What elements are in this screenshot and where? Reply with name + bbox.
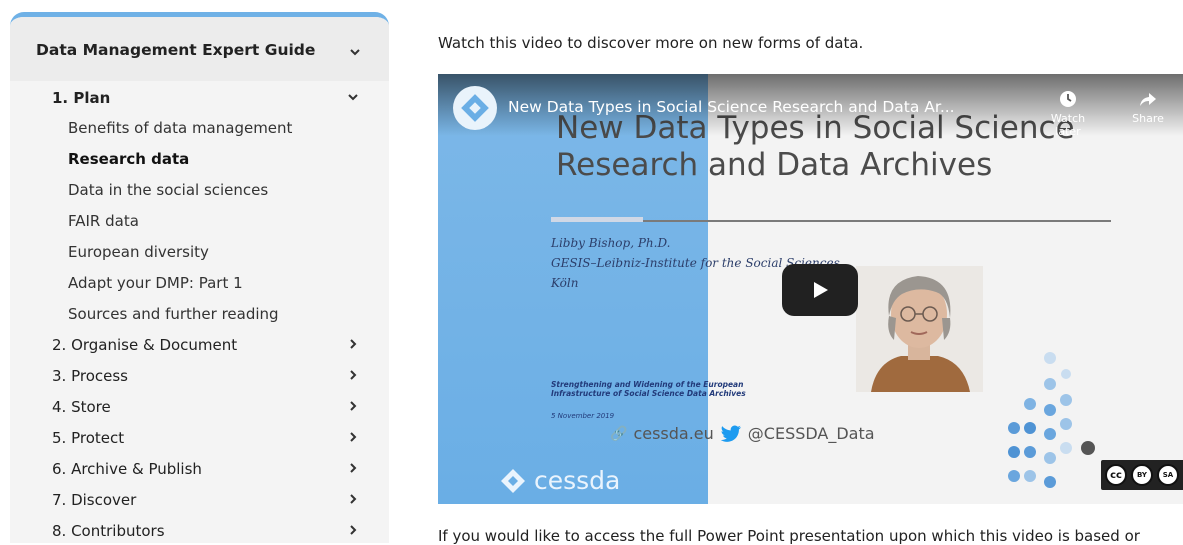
slide-divider-highlight [551, 217, 643, 222]
cessda-channel-icon [461, 94, 489, 122]
sidebar-section-plan[interactable]: 1. Plan [10, 83, 389, 113]
intro-text: Watch this video to discover more on new… [438, 34, 864, 52]
chevron-right-icon[interactable] [344, 459, 362, 477]
link-icon: 🔗 [610, 425, 628, 442]
share-label: Share [1132, 112, 1164, 125]
section-label: 7. Discover [52, 491, 137, 509]
play-button[interactable] [782, 264, 858, 316]
sidebar-section-store[interactable]: 4. Store [10, 392, 389, 422]
channel-avatar[interactable] [453, 86, 497, 130]
sidebar-item-adapt-dmp[interactable]: Adapt your DMP: Part 1 [10, 268, 389, 298]
project-line: Strengthening and Widening of the Europe… [551, 380, 744, 389]
guide-title: Data Management Expert Guide [36, 41, 316, 59]
slide-title-line: Research and Data Archives [556, 147, 993, 183]
twitter-icon [720, 424, 741, 442]
sidebar-section-discover[interactable]: 7. Discover [10, 485, 389, 515]
body-paragraph: If you would like to access the full Pow… [438, 527, 1140, 545]
sidebar-section-protect[interactable]: 5. Protect [10, 423, 389, 453]
item-label: Benefits of data management [68, 119, 293, 137]
contact-line: 🔗 cessda.eu @CESSDA_Data [610, 424, 875, 443]
item-label: Adapt your DMP: Part 1 [68, 274, 243, 292]
speaker-name: Libby Bishop, Ph.D. [551, 236, 671, 250]
section-label: 6. Archive & Publish [52, 460, 202, 478]
license-sa-icon: SA [1157, 464, 1179, 486]
sidebar-item-european-diversity[interactable]: European diversity [10, 237, 389, 267]
chevron-down-icon[interactable] [346, 43, 364, 61]
chevron-down-icon[interactable] [344, 88, 362, 106]
chevron-right-icon[interactable] [344, 366, 362, 384]
sidebar-item-research-data[interactable]: Research data [10, 144, 389, 174]
slide-date: 5 November 2019 [551, 412, 615, 420]
chevron-right-icon[interactable] [344, 397, 362, 415]
share-arrow-icon [1140, 93, 1156, 106]
watch-later-button[interactable]: Watch later [1038, 90, 1098, 138]
sidebar-section-organise[interactable]: 2. Organise & Document [10, 330, 389, 360]
item-label: Sources and further reading [68, 305, 279, 323]
section-label: 1. Plan [52, 89, 111, 107]
sidebar-item-benefits[interactable]: Benefits of data management [10, 113, 389, 143]
project-text: Strengthening and Widening of the Europe… [551, 380, 791, 398]
section-label: 8. Contributors [52, 522, 165, 540]
chevron-right-icon[interactable] [344, 521, 362, 539]
guide-sidebar: Data Management Expert Guide 1. Plan Ben… [10, 12, 389, 543]
item-label: European diversity [68, 243, 209, 261]
guide-header[interactable]: Data Management Expert Guide [10, 17, 389, 81]
section-label: 5. Protect [52, 429, 125, 447]
chevron-right-icon[interactable] [344, 335, 362, 353]
item-label: FAIR data [68, 212, 139, 230]
sidebar-section-process[interactable]: 3. Process [10, 361, 389, 391]
video-title[interactable]: New Data Types in Social Science Researc… [508, 98, 955, 116]
watch-later-label: Watch later [1050, 112, 1086, 138]
license-badge: cc BY SA [1101, 460, 1183, 490]
clock-icon [1060, 91, 1076, 107]
sidebar-section-contributors[interactable]: 8. Contributors [10, 516, 389, 543]
chevron-right-icon[interactable] [344, 428, 362, 446]
video-player[interactable]: New Data Types in Social Science Researc… [438, 74, 1183, 504]
cessda-logo-text: cessda [534, 466, 621, 495]
cessda-logo: cessda [500, 466, 620, 495]
cessda-logo-icon [501, 468, 525, 493]
sidebar-item-fair-data[interactable]: FAIR data [10, 206, 389, 236]
chevron-right-icon[interactable] [344, 490, 362, 508]
creative-commons-icon: cc [1105, 464, 1127, 486]
speaker-photo [856, 266, 983, 392]
section-label: 3. Process [52, 367, 128, 385]
sidebar-section-archive[interactable]: 6. Archive & Publish [10, 454, 389, 484]
sidebar-item-social-sciences[interactable]: Data in the social sciences [10, 175, 389, 205]
license-by-icon: BY [1131, 464, 1153, 486]
twitter-handle: @CESSDA_Data [747, 424, 875, 443]
sidebar-item-sources[interactable]: Sources and further reading [10, 299, 389, 329]
share-button[interactable]: Share [1118, 90, 1178, 125]
speaker-city: Köln [551, 276, 579, 290]
play-icon [814, 282, 828, 298]
item-label: Data in the social sciences [68, 181, 269, 199]
section-label: 2. Organise & Document [52, 336, 238, 354]
project-line: Infrastructure of Social Science Data Ar… [551, 389, 746, 398]
website-text: cessda.eu [633, 424, 714, 443]
section-label: 4. Store [52, 398, 111, 416]
item-label: Research data [68, 150, 190, 168]
